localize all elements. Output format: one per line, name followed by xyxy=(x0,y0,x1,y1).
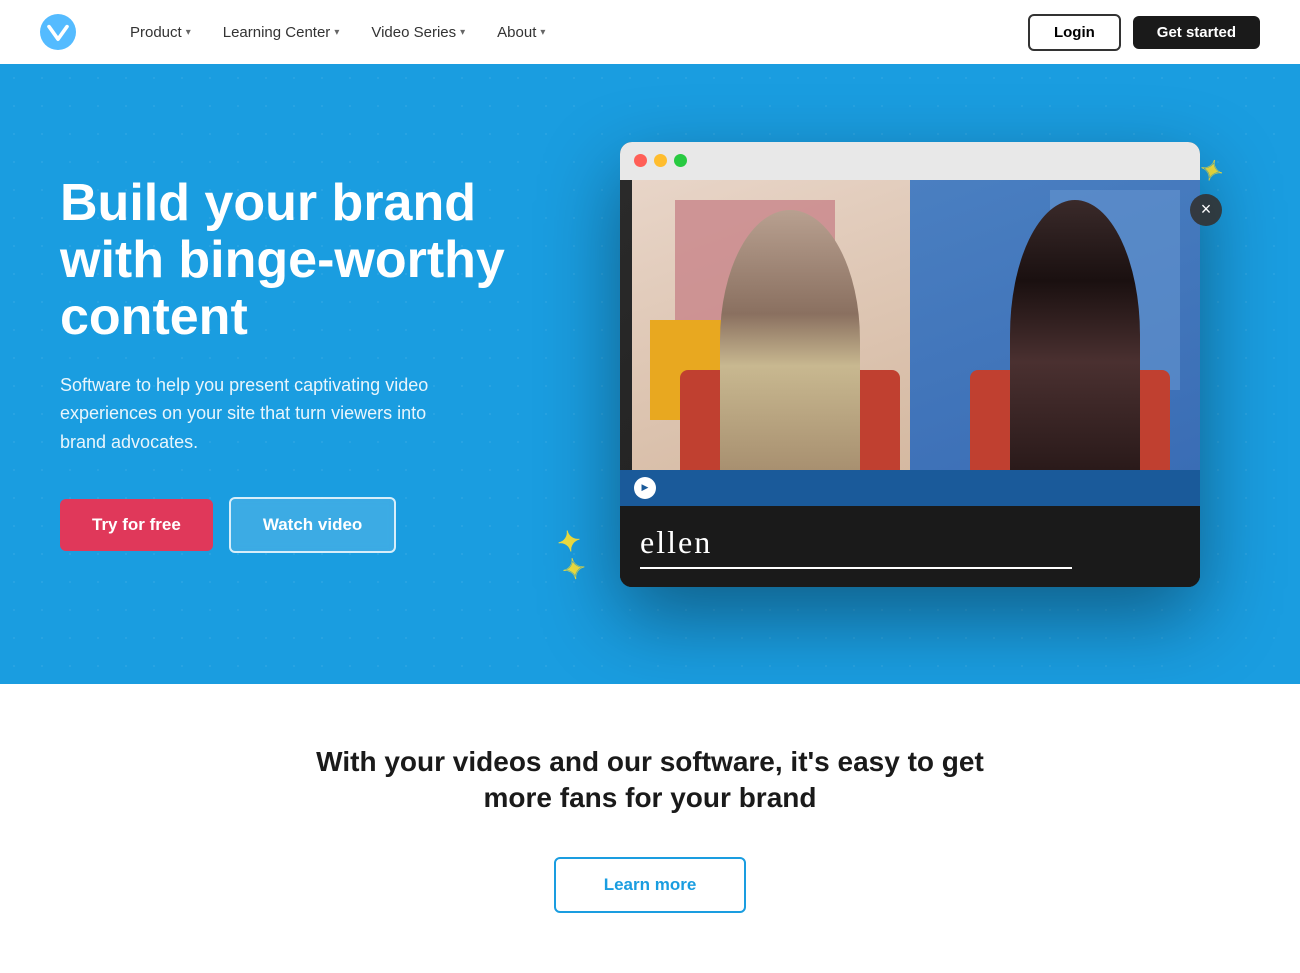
browser-chrome xyxy=(620,142,1200,180)
signature-underline xyxy=(640,567,1072,569)
try-for-free-button[interactable]: Try for free xyxy=(60,499,213,551)
browser-minimize-dot xyxy=(654,154,667,167)
nav-actions: Login Get started xyxy=(1028,14,1260,51)
login-button[interactable]: Login xyxy=(1028,14,1121,51)
hero-title: Build your brand with binge-worthy conte… xyxy=(60,175,540,347)
chevron-down-icon: ▾ xyxy=(186,27,191,38)
logo[interactable] xyxy=(40,14,76,50)
nav-video-series[interactable]: Video Series ▾ xyxy=(357,16,479,49)
chevron-down-icon: ▾ xyxy=(540,27,545,38)
person-left xyxy=(720,210,860,470)
nav-learning-center[interactable]: Learning Center ▾ xyxy=(209,16,354,49)
learn-more-button[interactable]: Learn more xyxy=(554,857,747,913)
signature-text: ellen xyxy=(640,524,1180,561)
browser-mockup: ▶ ellen × xyxy=(620,142,1200,587)
get-started-button[interactable]: Get started xyxy=(1133,16,1260,49)
hero-subtitle: Software to help you present captivating… xyxy=(60,371,440,457)
video-area xyxy=(620,180,1200,470)
watch-video-button[interactable]: Watch video xyxy=(229,497,397,553)
play-button[interactable]: ▶ xyxy=(634,477,656,499)
video-brand-footer: ellen xyxy=(620,506,1200,587)
navigation: Product ▾ Learning Center ▾ Video Series… xyxy=(0,0,1300,64)
chevron-down-icon: ▾ xyxy=(460,27,465,38)
value-prop-title: With your videos and our software, it's … xyxy=(300,744,1000,817)
nav-product[interactable]: Product ▾ xyxy=(116,16,205,49)
hero-content: Build your brand with binge-worthy conte… xyxy=(60,175,540,553)
browser-content: ▶ ellen × xyxy=(620,180,1200,587)
video-controls-bar: ▶ xyxy=(620,470,1200,506)
nav-about[interactable]: About ▾ xyxy=(483,16,559,49)
chevron-down-icon: ▾ xyxy=(334,27,339,38)
browser-close-dot xyxy=(634,154,647,167)
hero-buttons: Try for free Watch video xyxy=(60,497,540,553)
hero-section: ✦✦✦ ✦✦ Build your brand with binge-worth… xyxy=(0,64,1300,684)
hero-visual: ▶ ellen × xyxy=(580,142,1240,587)
person-right xyxy=(1010,200,1140,470)
value-proposition-section: With your videos and our software, it's … xyxy=(0,684,1300,973)
browser-maximize-dot xyxy=(674,154,687,167)
nav-links: Product ▾ Learning Center ▾ Video Series… xyxy=(116,16,1028,49)
